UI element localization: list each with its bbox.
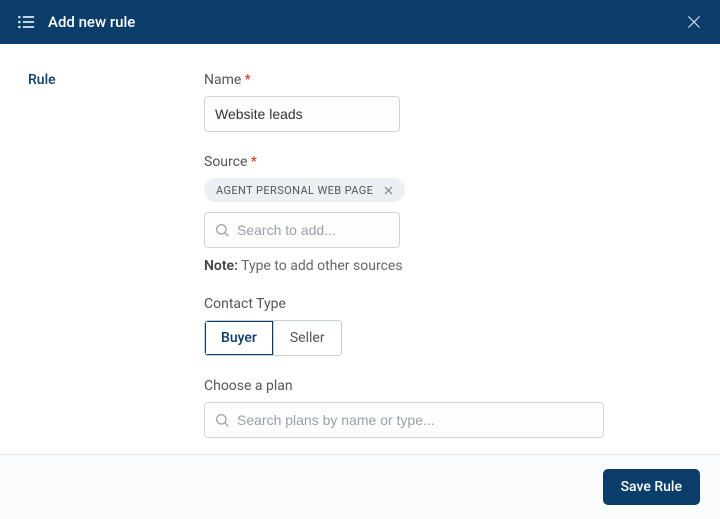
form-column: Name * Source * AGENT PERSONAL WEB PAGE	[204, 72, 720, 454]
plan-search-wrap	[204, 402, 604, 438]
contact-type-seller[interactable]: Seller	[273, 321, 341, 355]
required-indicator: *	[251, 154, 257, 170]
contact-type-group: Contact Type Buyer Seller	[204, 296, 692, 356]
name-input[interactable]	[204, 96, 400, 132]
source-chip: AGENT PERSONAL WEB PAGE	[204, 178, 405, 202]
source-search-input[interactable]	[204, 212, 400, 248]
section-label: Rule	[28, 72, 204, 88]
contact-type-label: Contact Type	[204, 296, 692, 312]
source-chip-label: AGENT PERSONAL WEB PAGE	[216, 184, 373, 197]
plan-group: Choose a plan	[204, 378, 692, 438]
name-group: Name *	[204, 72, 692, 132]
name-label: Name *	[204, 72, 692, 88]
source-note: Note: Type to add other sources	[204, 258, 692, 274]
modal-header: Add new rule	[0, 0, 720, 44]
close-button[interactable]	[684, 12, 704, 32]
contact-type-segmented: Buyer Seller	[204, 320, 342, 356]
section-label-column: Rule	[28, 72, 204, 454]
source-label: Source *	[204, 154, 692, 170]
chip-remove-icon[interactable]	[381, 183, 395, 197]
required-indicator: *	[245, 72, 251, 88]
plan-search-input[interactable]	[204, 402, 604, 438]
modal-title: Add new rule	[48, 13, 684, 31]
save-rule-button[interactable]: Save Rule	[603, 469, 700, 505]
modal-footer: Save Rule	[0, 454, 720, 519]
contact-type-buyer[interactable]: Buyer	[205, 321, 273, 355]
modal-content: Rule Name * Source * AGENT PERSONAL WEB …	[0, 44, 720, 454]
source-search-wrap	[204, 212, 400, 248]
rule-list-icon	[16, 12, 36, 32]
source-group: Source * AGENT PERSONAL WEB PAGE	[204, 154, 692, 274]
plan-label: Choose a plan	[204, 378, 692, 394]
